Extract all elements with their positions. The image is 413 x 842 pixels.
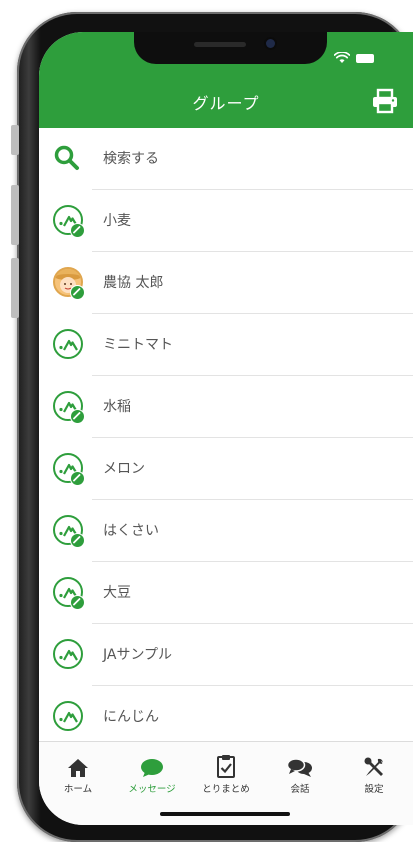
app-header: グループ xyxy=(39,32,413,128)
tab-label: とりまとめ xyxy=(202,784,250,795)
group-label: JAサンプル xyxy=(103,647,173,663)
checkmark-badge-icon xyxy=(70,223,85,238)
tab-label: 会話 xyxy=(290,784,310,795)
clipboard-check-icon xyxy=(217,755,235,778)
ja-logo-icon xyxy=(53,701,83,731)
speaker-grille xyxy=(194,42,246,47)
tools-icon xyxy=(364,757,383,776)
group-label: 大豆 xyxy=(103,585,131,601)
print-button[interactable] xyxy=(371,88,399,114)
search-icon xyxy=(54,145,79,170)
group-item-ja-sample[interactable]: JAサンプル xyxy=(39,624,413,686)
mute-switch xyxy=(11,125,19,155)
search-label: 検索する xyxy=(103,151,159,167)
group-item-ninjin[interactable]: にんじん xyxy=(39,686,413,748)
group-item-mini-tomato[interactable]: ミニトマト xyxy=(39,314,413,376)
group-label: にんじん xyxy=(103,709,159,725)
search-row[interactable]: 検索する xyxy=(39,128,413,190)
tab-conversation[interactable]: 会話 xyxy=(264,752,336,795)
chat-bubble-icon xyxy=(141,759,163,777)
home-icon xyxy=(68,759,88,777)
checkmark-badge-icon xyxy=(70,533,85,548)
tab-home[interactable]: ホーム xyxy=(42,752,114,795)
group-item-nokyo-taro[interactable]: 農協 太郎 xyxy=(39,252,413,314)
group-label: ミニトマト xyxy=(103,337,173,353)
group-label: はくさい xyxy=(103,523,159,539)
volume-up-button xyxy=(11,185,19,245)
checkmark-badge-icon xyxy=(70,409,85,424)
ja-logo-icon xyxy=(53,639,83,669)
printer-icon xyxy=(373,88,397,114)
tab-message[interactable]: メッセージ xyxy=(116,752,188,795)
bottom-tab-bar: ホーム メッセージ とりまとめ 会話 設定 xyxy=(39,741,413,825)
group-item-suito[interactable]: 水稲 xyxy=(39,376,413,438)
tab-label: メッセージ xyxy=(128,784,176,795)
group-item-daizu[interactable]: 大豆 xyxy=(39,562,413,624)
tab-label: ホーム xyxy=(63,784,93,795)
group-label: 小麦 xyxy=(103,213,131,229)
group-item-melon[interactable]: メロン xyxy=(39,438,413,500)
home-indicator[interactable] xyxy=(160,812,290,816)
tab-label: 設定 xyxy=(364,784,384,795)
volume-down-button xyxy=(11,258,19,318)
tab-summary[interactable]: とりまとめ xyxy=(190,752,262,795)
status-bar xyxy=(334,52,394,66)
group-label: 農協 太郎 xyxy=(103,275,164,291)
camera-icon xyxy=(266,39,275,48)
checkmark-badge-icon xyxy=(70,595,85,610)
checkmark-badge-icon xyxy=(70,285,85,300)
page-title: グループ xyxy=(192,94,260,113)
ja-logo-icon xyxy=(53,329,83,359)
battery-icon xyxy=(356,54,374,63)
checkmark-badge-icon xyxy=(70,471,85,486)
group-label: メロン xyxy=(103,461,145,477)
group-item-hakusai[interactable]: はくさい xyxy=(39,500,413,562)
conversation-icon xyxy=(287,758,312,777)
device-notch xyxy=(134,32,327,64)
app-screen: グループ 検索する 小麦 農協 太郎 ミニトマト 水稲 メロン はくさい 大豆 … xyxy=(39,32,413,825)
group-label: 水稲 xyxy=(103,399,131,415)
tab-settings[interactable]: 設定 xyxy=(338,752,410,795)
wifi-icon xyxy=(334,52,350,63)
group-item-komugi[interactable]: 小麦 xyxy=(39,190,413,252)
